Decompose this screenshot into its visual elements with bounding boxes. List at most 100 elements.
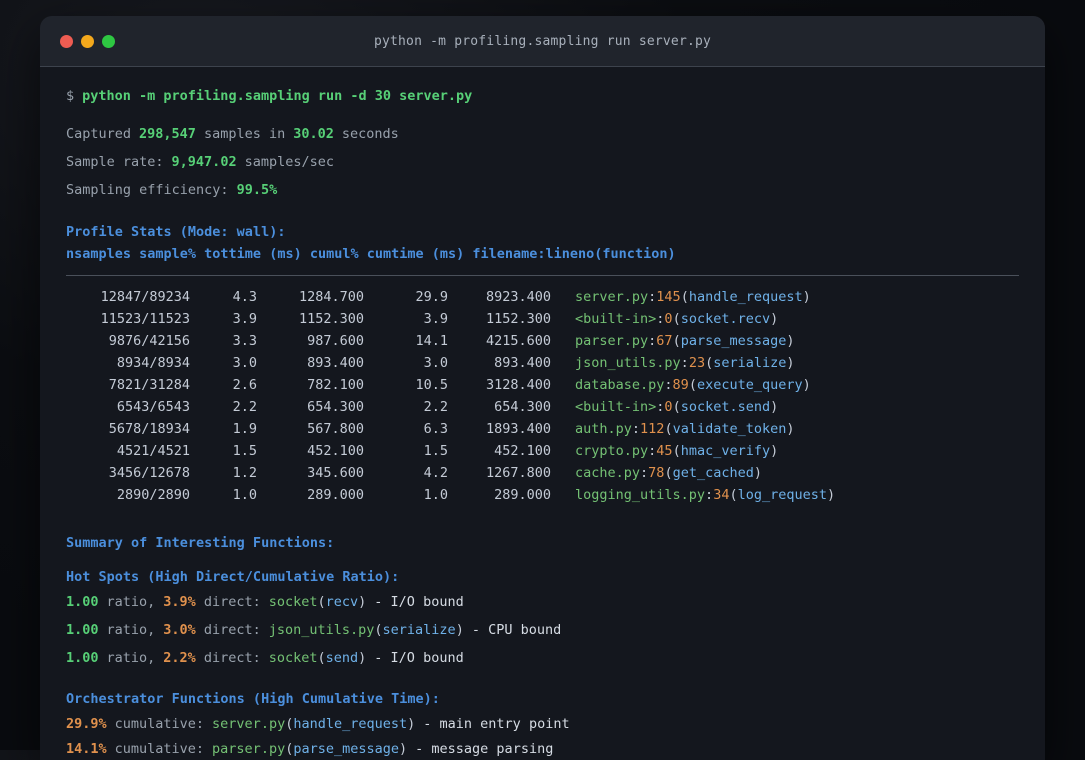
- call-target: socket(send): [269, 648, 367, 668]
- table-row: 3456/12678 1.2 345.600 4.2 1267.800 cache.py:…: [66, 462, 1019, 484]
- table-row: 8934/8934 3.0 893.400 3.0 893.400 json_utils.…: [66, 352, 1019, 374]
- sample-pct-cell: 2.6: [232, 377, 257, 393]
- tottime-cell: 987.600: [307, 333, 364, 349]
- line-number: 0: [664, 399, 673, 415]
- function-cell: <built-in>:0(socket.recv): [575, 308, 778, 330]
- cumul-pct-cell: 4.2: [423, 465, 448, 481]
- sample-pct-cell: 4.3: [232, 289, 257, 305]
- cumul-pct-cell: 10.5: [415, 377, 448, 393]
- profile-stats-header: nsamples sample% tottime (ms) cumul% cum…: [66, 246, 676, 262]
- cumul-pct-cell: 14.1: [415, 333, 448, 349]
- close-paren: ): [358, 650, 367, 666]
- orchestrator-title: Orchestrator Functions (High Cumulative …: [66, 691, 440, 707]
- ratio-value: 1.00: [66, 650, 99, 666]
- tottime-cell: 893.400: [307, 355, 364, 371]
- efficiency-value: 99.5%: [236, 182, 278, 198]
- sample-pct-cell: 1.9: [232, 421, 257, 437]
- ratio-label: ratio,: [106, 594, 156, 610]
- prompt-symbol: $: [66, 88, 75, 104]
- sample-pct-cell: 3.0: [232, 355, 257, 371]
- nsamples-cell: 6543/6543: [116, 399, 190, 415]
- open-paren: (: [672, 333, 681, 349]
- tottime-cell: 567.800: [307, 421, 364, 437]
- function-name: parse_message: [680, 333, 787, 349]
- seconds-label: seconds: [341, 126, 399, 142]
- tottime-cell: 654.300: [307, 399, 364, 415]
- close-paren: ): [827, 487, 836, 503]
- captured-label: Captured: [66, 126, 132, 142]
- filename: parser.py: [575, 333, 649, 349]
- target-name: parser.py: [212, 741, 286, 757]
- nsamples-cell: 12847/89234: [100, 289, 190, 305]
- call-target: socket(recv): [269, 592, 367, 612]
- close-paren: ): [358, 594, 367, 610]
- cumtime-cell: 289.000: [494, 487, 551, 503]
- hot-spots-list: 1.00 ratio, 3.9% direct: socket(recv) - …: [66, 592, 1019, 668]
- profile-stats-table: 12847/89234 4.3 1284.700 29.9 8923.400 server…: [66, 286, 1019, 506]
- line-number: 45: [656, 443, 673, 459]
- sample-pct-cell: 3.3: [232, 333, 257, 349]
- function-cell: parser.py:67(parse_message): [575, 330, 795, 352]
- cumtime-cell: 4215.600: [485, 333, 551, 349]
- open-paren: (: [317, 594, 326, 610]
- filename: cache.py: [575, 465, 641, 481]
- cumul-pct-cell: 1.0: [423, 487, 448, 503]
- open-paren: (: [664, 421, 673, 437]
- open-paren: (: [664, 465, 673, 481]
- cumtime-cell: 654.300: [494, 399, 551, 415]
- orchestrator-item: 14.1% cumulative: parser.py(parse_messag…: [66, 739, 1019, 759]
- hot-spot-item: 1.00 ratio, 3.0% direct: json_utils.py(s…: [66, 620, 1019, 640]
- sample-pct-cell: 1.2: [232, 465, 257, 481]
- nsamples-cell: 9876/42156: [108, 333, 190, 349]
- sample-pct-cell: 2.2: [232, 399, 257, 415]
- function-cell: json_utils.py:23(serialize): [575, 352, 795, 374]
- cumul-pct-cell: 29.9: [415, 289, 448, 305]
- function-name: get_cached: [672, 465, 754, 481]
- line-number: 34: [713, 487, 730, 503]
- call-target: parser.py(parse_message): [212, 739, 407, 759]
- open-paren: (: [688, 377, 697, 393]
- filename: logging_utils.py: [575, 487, 706, 503]
- function-cell: auth.py:112(validate_token): [575, 418, 795, 440]
- function-cell: <built-in>:0(socket.send): [575, 396, 778, 418]
- nsamples-cell: 8934/8934: [116, 355, 190, 371]
- table-row: 4521/4521 1.5 452.100 1.5 452.100 crypto.py:4…: [66, 440, 1019, 462]
- function-cell: database.py:89(execute_query): [575, 374, 811, 396]
- function-name: log_request: [737, 487, 827, 503]
- duration-value: 30.02: [293, 126, 334, 142]
- ratio-label: ratio,: [106, 650, 156, 666]
- rate-label: Sample rate:: [66, 154, 164, 170]
- nsamples-cell: 2890/2890: [116, 487, 190, 503]
- close-paren: ): [770, 311, 779, 327]
- function-name: serialize: [713, 355, 787, 371]
- close-paren: ): [753, 465, 762, 481]
- cumul-pct-cell: 6.3: [423, 421, 448, 437]
- direct-pct: 2.2%: [163, 650, 196, 666]
- open-paren: (: [672, 311, 681, 327]
- tottime-cell: 345.600: [307, 465, 364, 481]
- close-paren: ): [786, 333, 795, 349]
- function-name: execute_query: [696, 377, 803, 393]
- line-number: 67: [656, 333, 673, 349]
- open-paren: (: [374, 622, 383, 638]
- line-number: 78: [648, 465, 665, 481]
- cumtime-cell: 1893.400: [485, 421, 551, 437]
- header-divider: [66, 275, 1019, 276]
- sample-pct-cell: 3.9: [232, 311, 257, 327]
- arg-name: handle_request: [293, 716, 408, 732]
- window-title: python -m profiling.sampling run server.…: [373, 33, 712, 49]
- open-paren: (: [672, 399, 681, 415]
- hot-spots-title: Hot Spots (High Direct/Cumulative Ratio)…: [66, 569, 400, 585]
- filename: json_utils.py: [575, 355, 681, 371]
- function-name: socket.recv: [680, 311, 771, 327]
- cumul-pct-cell: 1.5: [423, 443, 448, 459]
- terminal-window: python -m profiling.sampling run server.…: [40, 16, 1045, 760]
- nsamples-cell: 5678/18934: [108, 421, 190, 437]
- open-paren: (: [729, 487, 738, 503]
- colon-separator: :: [640, 465, 649, 481]
- nsamples-cell: 11523/11523: [100, 311, 190, 327]
- target-name: server.py: [212, 716, 286, 732]
- command-text: python -m profiling.sampling run -d 30 s…: [82, 88, 473, 104]
- target-name: socket: [268, 594, 318, 610]
- target-name: json_utils.py: [268, 622, 375, 638]
